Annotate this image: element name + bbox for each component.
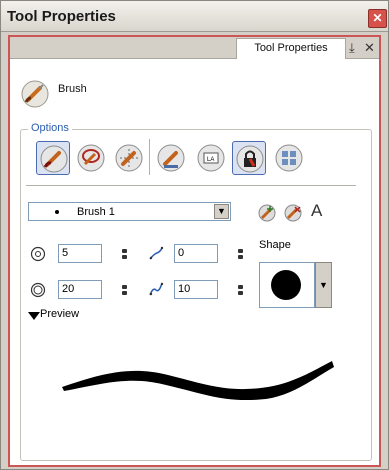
close-tab-icon[interactable]: ✕ <box>364 41 375 55</box>
contour-smoothness-spinner[interactable] <box>238 285 243 295</box>
brush-preset-value: Brush 1 <box>77 206 115 218</box>
auto-create-colour-art-button[interactable]: LA <box>194 141 228 175</box>
min-size-spinner[interactable] <box>122 249 127 259</box>
delete-brush-icon[interactable] <box>283 203 303 223</box>
round-tip-icon <box>271 270 301 300</box>
min-size-field[interactable]: 5 <box>58 244 102 263</box>
chevron-down-icon[interactable]: ▼ <box>214 204 229 219</box>
contour-smoothness-field[interactable]: 10 <box>174 280 218 299</box>
tool-properties-window: Tool Properties ✕ Tool Properties ⤓ ✕ Br… <box>0 0 389 470</box>
tab-strip: Tool Properties ⤓ ✕ <box>10 37 379 59</box>
brush-icon <box>40 145 68 173</box>
max-size-spinner[interactable] <box>122 285 127 295</box>
lasso-select-button[interactable] <box>74 141 108 175</box>
preview-label: Preview <box>40 308 80 320</box>
marquee-brush-icon <box>115 144 143 172</box>
smoothness-icon <box>149 246 164 260</box>
tool-properties-panel: Tool Properties ⤓ ✕ Brush Options LA Bru… <box>8 35 381 467</box>
svg-text:LA: LA <box>207 157 214 163</box>
dock-icon[interactable]: ⤓ <box>349 41 355 55</box>
text-tool-icon[interactable]: A <box>311 201 322 221</box>
auto-flatten-button[interactable] <box>154 141 188 175</box>
new-brush-icon[interactable] <box>257 203 277 223</box>
options-legend: Options <box>28 122 72 134</box>
min-size-icon <box>30 246 46 262</box>
window-title: Tool Properties <box>7 8 116 25</box>
close-icon[interactable]: ✕ <box>368 9 387 28</box>
toolbar-separator <box>149 139 150 175</box>
marquee-select-button[interactable] <box>112 141 146 175</box>
max-size-icon <box>30 282 46 298</box>
smoothness-field[interactable]: 0 <box>174 244 218 263</box>
brush-mode-button[interactable] <box>36 141 70 175</box>
title-bar[interactable]: Tool Properties ✕ <box>1 1 388 32</box>
grid-icon <box>275 144 303 172</box>
shape-picker[interactable] <box>259 262 315 308</box>
draw-behind-button[interactable] <box>272 141 306 175</box>
tab-tool-properties[interactable]: Tool Properties <box>236 38 346 59</box>
flatten-brush-icon <box>157 144 185 172</box>
shape-dropdown-chevron-icon[interactable]: ▼ <box>315 262 332 308</box>
contour-smoothness-icon <box>149 282 164 296</box>
options-divider <box>26 185 356 186</box>
layer-stack-icon: LA <box>197 144 225 172</box>
brush-preset-select[interactable]: Brush 1 ▼ <box>28 202 231 221</box>
smoothness-spinner[interactable] <box>238 249 243 259</box>
lock-icon <box>236 145 264 173</box>
lasso-icon <box>77 144 105 172</box>
preview-toggle-icon[interactable] <box>28 312 40 320</box>
max-size-field[interactable]: 20 <box>58 280 102 299</box>
brush-dot-icon <box>55 210 59 214</box>
respect-protected-colour-button[interactable] <box>232 141 266 175</box>
shape-label: Shape <box>259 239 291 251</box>
tool-name: Brush <box>58 83 87 95</box>
brush-preview-stroke <box>62 361 334 401</box>
brush-tool-icon <box>21 80 49 108</box>
